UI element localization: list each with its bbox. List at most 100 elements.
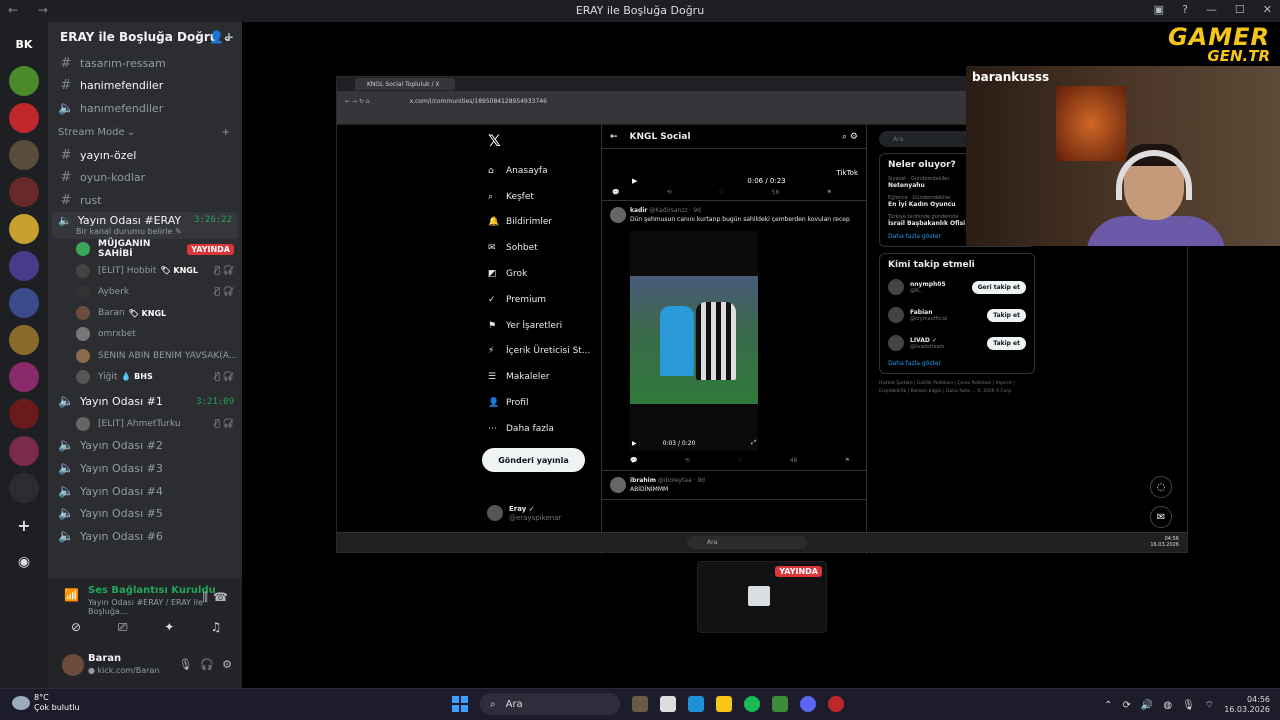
server-bk[interactable]: BK <box>9 29 39 59</box>
weather-widget[interactable]: 8°C Çok bulutlu <box>12 693 80 714</box>
app-icon[interactable] <box>772 696 788 712</box>
window-controls[interactable]: ▣? — ☐ ✕ <box>1154 3 1272 16</box>
reply-icon[interactable]: 💬 <box>612 189 619 196</box>
server-folder[interactable] <box>9 362 39 392</box>
voice-channel[interactable]: 🔈 Yayın Odası #4 <box>48 480 242 503</box>
help-icon[interactable]: ? <box>1182 3 1188 16</box>
voice-channel[interactable]: 🔈 Yayın Odası #3 <box>48 457 242 480</box>
grok-icon[interactable]: ◌ <box>1150 476 1172 498</box>
voice-user[interactable]: SENIN ABIN BENIM YAVSAK(A... <box>48 345 242 366</box>
voice-user[interactable]: omrxbet <box>48 324 242 345</box>
gear-icon[interactable]: ⚙ <box>222 658 232 671</box>
server-folder[interactable] <box>9 251 39 281</box>
x-nav-item[interactable]: ⚡ İçerik Üreticisi St... <box>480 339 600 365</box>
like-icon[interactable]: ♡ <box>719 189 724 196</box>
voice-user[interactable]: MÜJGANIN SAHİBİ YAYINDA <box>48 239 242 260</box>
x-nav-item[interactable]: ✉ Sohbet <box>480 235 600 261</box>
x-nav-item[interactable]: 🔔 Bildirimler <box>480 210 600 236</box>
category-header[interactable]: Stream Mode ⌄ + <box>48 122 242 144</box>
repost-icon[interactable]: ⟲ <box>667 189 672 196</box>
edge-icon[interactable] <box>688 696 704 712</box>
server-folder[interactable] <box>9 288 39 318</box>
voice-channel[interactable]: 🔈 Yayın Odası #1 3:21:09 <box>48 391 242 414</box>
chevron-up-icon[interactable]: ⌃ <box>1104 700 1112 711</box>
x-nav-item[interactable]: ◩ Grok <box>480 261 600 287</box>
server-folder[interactable] <box>9 399 39 429</box>
x-nav-item[interactable]: ⌂ Anasayfa <box>480 158 600 184</box>
play-icon[interactable]: ▶ <box>632 440 637 447</box>
widget-icon[interactable] <box>632 696 648 712</box>
follow-suggestion[interactable]: nnymph05 @N... Geri takip et <box>888 276 1026 298</box>
add-server-icon[interactable]: + <box>9 510 39 540</box>
repost-icon[interactable]: ⟲ <box>685 457 690 464</box>
server-folder[interactable] <box>9 140 39 170</box>
minimize-button[interactable]: — <box>1206 3 1217 16</box>
app-icon[interactable] <box>828 696 844 712</box>
voice-user[interactable]: [ELIT] AhmetTurku 🎙̸ 🎧̸ <box>48 413 242 434</box>
channel-item[interactable]: # oyun-kodlar <box>48 166 242 189</box>
clock[interactable]: 04:56 16.03.2026 <box>1224 695 1270 716</box>
follow-suggestion[interactable]: Fabian @crymaofficial Takip et <box>888 304 1026 326</box>
inbox-icon[interactable]: ▣ <box>1154 3 1164 16</box>
stream-preview[interactable]: YAYINDA <box>697 561 827 633</box>
post-video[interactable]: ▶ 0:03 / 0:20 ⤢ <box>630 231 758 451</box>
browser-url[interactable]: x.com/i/communities/1895084128954933746 <box>410 98 547 105</box>
volume-icon[interactable]: 🔊 <box>1141 700 1153 711</box>
browser-nav-icons[interactable]: ← → ↻ ⌂ <box>345 98 370 105</box>
username[interactable]: Baran <box>88 653 121 664</box>
server-folder[interactable] <box>9 177 39 207</box>
folder-icon[interactable] <box>716 696 732 712</box>
activities-button[interactable]: ✦ <box>149 616 189 638</box>
follow-button[interactable]: Takip et <box>987 308 1026 322</box>
shared-search[interactable]: Ara <box>687 536 807 549</box>
taskbar-search[interactable]: ⌕ Ara <box>480 693 620 715</box>
channel-item[interactable]: # hanimefendiler <box>48 75 242 98</box>
x-logo[interactable]: 𝕏 <box>488 131 600 150</box>
x-nav-item[interactable]: ⌕ Keşfet <box>480 184 600 210</box>
voice-channel[interactable]: 🔈 Yayın Odası #5 <box>48 502 242 525</box>
voice-user[interactable]: [ELIT] Hobbit 🏷 KNGL 🎙̸ 🎧̸ <box>48 260 242 281</box>
x-nav-item[interactable]: ⋯ Daha fazla <box>480 416 600 442</box>
file-explorer-icon[interactable] <box>660 696 676 712</box>
avatar[interactable] <box>62 654 84 676</box>
screen-share-button[interactable]: ⎚ <box>103 616 143 638</box>
channel-item[interactable]: # tasarım-ressam <box>48 52 242 75</box>
back-arrow-icon[interactable]: ← <box>610 132 618 142</box>
soundboard-button[interactable]: ♫ <box>196 616 236 638</box>
voice-channel-status[interactable]: Bir kanal durumu belirle ✎ <box>58 227 232 236</box>
server-folder[interactable] <box>9 214 39 244</box>
search-icon[interactable]: ⌕ ⚙ <box>842 132 858 142</box>
follow-button[interactable]: Takip et <box>987 336 1026 350</box>
x-nav-item[interactable]: ✓ Premium <box>480 287 600 313</box>
x-nav-item[interactable]: ☰ Makaleler <box>480 364 600 390</box>
disconnect-icon[interactable]: ☎ <box>213 590 228 604</box>
voice-user[interactable]: Baran 🏷 KNGL <box>48 302 242 323</box>
invite-icon[interactable]: 👤+ <box>209 30 234 44</box>
channel-item[interactable]: # yayın-özel <box>48 144 242 167</box>
browser-tab[interactable]: KNGL Social Topluluk / X <box>355 78 455 90</box>
explore-icon[interactable]: ◉ <box>9 547 39 577</box>
like-icon[interactable]: ♡ <box>737 457 742 464</box>
microphone-icon[interactable]: 🎙 <box>1182 700 1195 711</box>
bookmark-icon[interactable]: ⚑ <box>827 189 832 196</box>
follow-back-button[interactable]: Geri takip et <box>971 280 1026 294</box>
headphones-icon[interactable]: 🎧 <box>200 658 214 671</box>
voice-channel[interactable]: 🔈 Yayın Odası #6 <box>48 525 242 548</box>
show-more-link[interactable]: Daha fazla göster <box>888 360 1026 367</box>
channel-item[interactable]: 🔈 hanımefendiler <box>48 97 242 120</box>
wifi-icon[interactable]: ⌔ <box>1205 699 1214 712</box>
bookmark-icon[interactable]: ⚑ <box>845 457 850 464</box>
follow-suggestion[interactable]: LIVAD ✓ @livadstream Takip et <box>888 332 1026 354</box>
network-icon[interactable]: ◍ <box>1163 700 1172 711</box>
add-channel-icon[interactable]: + <box>222 127 230 138</box>
voice-channel[interactable]: 🔈 Yayın Odası #2 <box>48 435 242 458</box>
voice-user[interactable]: Yiğit 💧 BHS 🎙̸ 🎧̸ <box>48 366 242 387</box>
windows-start-icon[interactable] <box>452 696 468 712</box>
server-icon[interactable] <box>9 473 39 503</box>
discord-icon[interactable] <box>800 696 816 712</box>
server-icon[interactable] <box>9 66 39 96</box>
x-footer-links[interactable]: Hizmet Şartları | Gizlilik Politikası | … <box>879 380 1035 396</box>
server-icon[interactable] <box>9 103 39 133</box>
server-folder[interactable] <box>9 325 39 355</box>
voice-channel-active[interactable]: 🔈 Yayın Odası #ERAY 3:26:22 Bir kanal duru… <box>52 211 238 239</box>
